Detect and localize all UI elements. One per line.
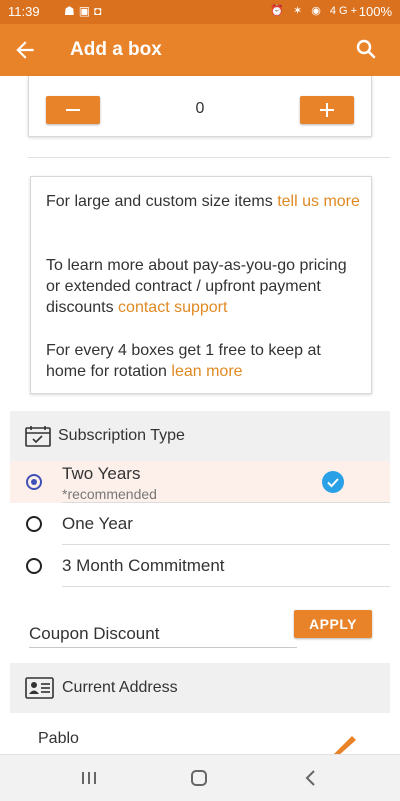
section-divider — [28, 157, 390, 158]
increment-button[interactable] — [300, 96, 354, 124]
option-label: 3 Month Commitment — [62, 556, 225, 575]
check-circle-icon — [322, 471, 344, 493]
notification-icons: ☗▣◘ — [64, 4, 106, 18]
plus-icon — [320, 103, 334, 117]
system-icons: ⏰ ✶ ◉ 4G+ — [270, 5, 360, 17]
status-time: 11:39 — [8, 4, 40, 19]
option-label: Two Years — [62, 464, 141, 483]
option-one-year[interactable]: One Year — [10, 503, 390, 545]
minus-icon — [66, 109, 80, 111]
option-two-years[interactable]: Two Years *recommended — [10, 461, 390, 503]
tell-us-more-link[interactable]: tell us more — [277, 193, 360, 210]
radio-two-years[interactable] — [26, 474, 42, 490]
subscription-header: Subscription Type — [10, 411, 390, 461]
coupon-field-underline — [29, 647, 297, 648]
app-bar: Add a box — [0, 24, 400, 76]
recents-icon[interactable] — [80, 770, 98, 786]
back-arrow-icon[interactable] — [12, 37, 38, 63]
apply-button[interactable]: APPLY — [294, 610, 372, 638]
radio-three-month[interactable] — [26, 558, 42, 574]
home-icon[interactable] — [190, 769, 208, 787]
battery-level: 100% — [358, 4, 392, 19]
info-card: For large and custom size items tell us … — [30, 176, 372, 394]
option-label: One Year — [62, 514, 133, 533]
back-icon[interactable] — [303, 769, 319, 787]
quantity-card: 0 — [28, 76, 372, 137]
address-name: Pablo — [38, 730, 79, 747]
system-nav-bar — [0, 754, 400, 801]
edit-pencil-icon[interactable] — [330, 734, 358, 756]
custom-size-text: For large and custom size items tell us … — [46, 193, 360, 210]
learn-more-link[interactable]: lean more — [171, 363, 242, 380]
subscription-header-label: Subscription Type — [58, 427, 185, 444]
contact-support-link[interactable]: contact support — [118, 299, 227, 316]
option-three-month[interactable]: 3 Month Commitment — [10, 545, 390, 587]
page-title: Add a box — [70, 39, 162, 60]
signal-label: 4G+ — [329, 5, 360, 17]
id-card-icon — [25, 677, 54, 699]
decrement-button[interactable] — [46, 96, 100, 124]
option-divider — [62, 586, 390, 587]
status-bar: 11:39 ☗▣◘ ⏰ ✶ ◉ 4G+ 100% — [0, 0, 400, 24]
address-header-label: Current Address — [62, 679, 178, 696]
calendar-check-icon — [25, 426, 51, 447]
address-header: Current Address — [10, 663, 390, 713]
radio-one-year[interactable] — [26, 516, 42, 532]
pricing-text: To learn more about pay-as-you-go pricin… — [46, 257, 347, 316]
free-box-text: For every 4 boxes get 1 free to keep at … — [46, 342, 321, 380]
search-icon[interactable] — [354, 37, 378, 61]
coupon-field[interactable]: Coupon Discount — [29, 624, 159, 644]
option-sublabel: *recommended — [62, 486, 157, 502]
